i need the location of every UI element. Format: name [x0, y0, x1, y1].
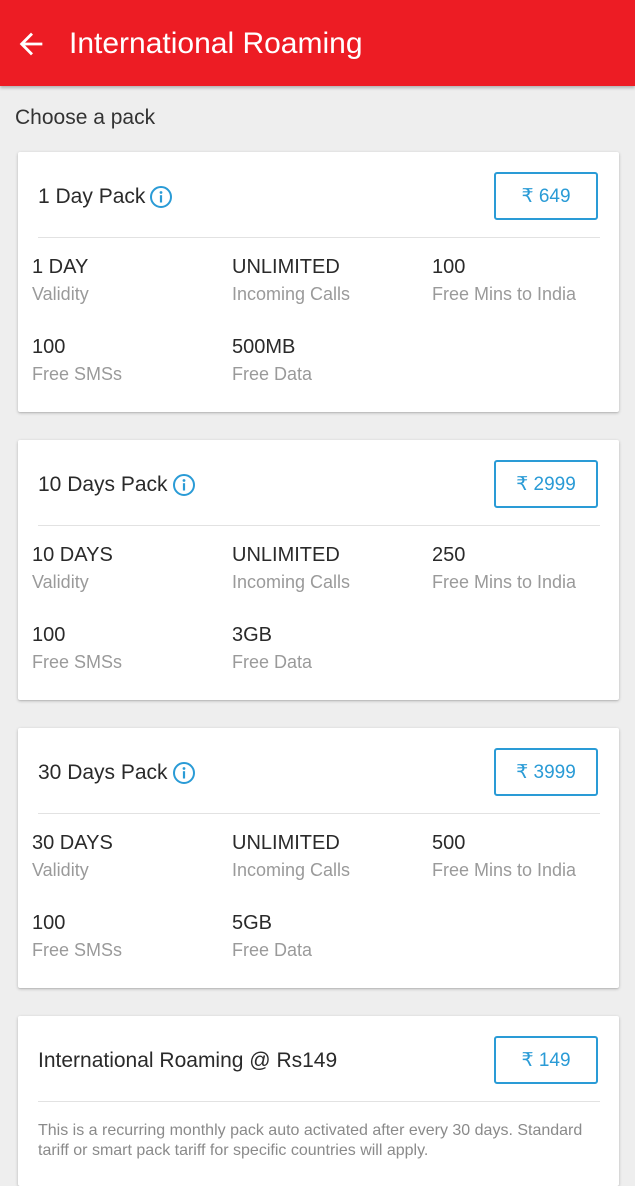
attr-validity: 30 DAYS Validity	[32, 830, 232, 882]
attr-label: Free SMSs	[32, 652, 123, 672]
pack-card-1-day: 1 Day Pack ₹ 649 1 DAY Validity UNLIMITE…	[18, 152, 619, 412]
attr-value: 250	[432, 544, 466, 566]
price-button-149[interactable]: ₹ 149	[494, 1036, 598, 1084]
attr-label: Incoming Calls	[232, 284, 351, 304]
attr-label: Incoming Calls	[232, 860, 351, 880]
pack-name: 30 Days Pack	[38, 759, 196, 787]
attr-label: Validity	[32, 284, 89, 304]
section-title: Choose a pack	[15, 106, 156, 129]
attr-value: UNLIMITED	[232, 544, 340, 566]
attr-value: 100	[432, 256, 466, 278]
attr-free-mins: 500 Free Mins to India	[432, 830, 632, 882]
attr-label: Free Mins to India	[432, 572, 577, 592]
attr-label: Free Data	[232, 652, 313, 672]
attr-label: Free Mins to India	[432, 284, 577, 304]
attr-value: 3GB	[232, 624, 273, 646]
attr-value: 100	[32, 912, 66, 934]
attr-label: Validity	[32, 860, 89, 880]
attr-value: UNLIMITED	[232, 256, 340, 278]
attr-label: Incoming Calls	[232, 572, 351, 592]
attr-incoming-calls: UNLIMITED Incoming Calls	[232, 254, 432, 306]
pack-name-label: 10 Days Pack	[38, 473, 168, 496]
pack-name-label: 30 Days Pack	[38, 761, 168, 784]
back-arrow-icon	[19, 32, 43, 56]
attr-value: 1 DAY	[32, 256, 89, 278]
price-button-2999[interactable]: ₹ 2999	[494, 460, 598, 508]
pack-card-roaming-149: International Roaming @ Rs149 ₹ 149 This…	[18, 1016, 619, 1186]
attr-validity: 10 DAYS Validity	[32, 542, 232, 594]
attr-label: Free Data	[232, 364, 313, 384]
attr-value: 500	[432, 832, 466, 854]
attr-value: 100	[32, 336, 66, 358]
attr-free-sms: 100 Free SMSs	[32, 622, 232, 674]
attr-value: 5GB	[232, 912, 273, 934]
attr-value: 500MB	[232, 336, 296, 358]
divider	[38, 237, 600, 238]
attr-incoming-calls: UNLIMITED Incoming Calls	[232, 830, 432, 882]
attr-value: 10 DAYS	[32, 544, 113, 566]
attr-free-sms: 100 Free SMSs	[32, 334, 232, 386]
pack-name: International Roaming @ Rs149	[38, 1049, 338, 1072]
price-button-3999[interactable]: ₹ 3999	[494, 748, 598, 796]
attr-value: 30 DAYS	[32, 832, 113, 854]
attr-value: UNLIMITED	[232, 832, 340, 854]
price-button-649[interactable]: ₹ 649	[494, 172, 598, 220]
attr-free-mins: 100 Free Mins to India	[432, 254, 632, 306]
divider	[38, 813, 600, 814]
attr-free-mins: 250 Free Mins to India	[432, 542, 632, 594]
app-bar: International Roaming	[0, 0, 635, 86]
attr-label: Validity	[32, 572, 89, 592]
attr-label: Free SMSs	[32, 364, 123, 384]
info-icon[interactable]	[172, 761, 196, 785]
attr-value: 100	[32, 624, 66, 646]
back-button[interactable]	[10, 23, 52, 65]
divider	[38, 1101, 600, 1102]
info-icon[interactable]	[149, 185, 173, 209]
attr-validity: 1 DAY Validity	[32, 254, 232, 306]
info-icon[interactable]	[172, 473, 196, 497]
attr-free-data: 500MB Free Data	[232, 334, 432, 386]
pack-card-30-days: 30 Days Pack ₹ 3999 30 DAYS Validity UNL…	[18, 728, 619, 988]
attr-label: Free SMSs	[32, 940, 123, 960]
pack-name-label: 1 Day Pack	[38, 185, 146, 208]
pack-description: This is a recurring monthly pack auto ac…	[38, 1122, 583, 1159]
pack-name: 1 Day Pack	[38, 183, 173, 211]
attr-incoming-calls: UNLIMITED Incoming Calls	[232, 542, 432, 594]
attr-label: Free Data	[232, 940, 313, 960]
page-title: International Roaming	[69, 27, 363, 60]
pack-name: 10 Days Pack	[38, 471, 196, 499]
divider	[38, 525, 600, 526]
attr-free-data: 5GB Free Data	[232, 910, 432, 962]
attr-free-sms: 100 Free SMSs	[32, 910, 232, 962]
attr-free-data: 3GB Free Data	[232, 622, 432, 674]
attr-label: Free Mins to India	[432, 860, 577, 880]
pack-card-10-days: 10 Days Pack ₹ 2999 10 DAYS Validity UNL…	[18, 440, 619, 700]
